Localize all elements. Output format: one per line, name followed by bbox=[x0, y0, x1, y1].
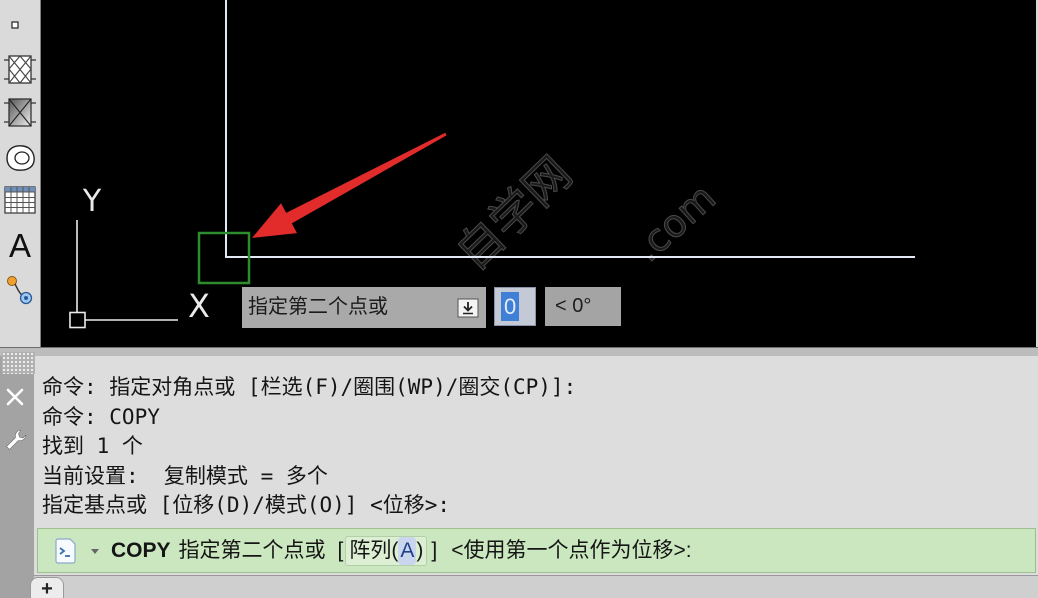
annotation-arrow bbox=[252, 132, 447, 238]
gradient-icon bbox=[4, 98, 36, 127]
toolbar-point-button[interactable] bbox=[2, 10, 38, 40]
history-line: 找到 1 个 bbox=[42, 434, 143, 458]
toolbar-add-selected-button[interactable] bbox=[2, 270, 38, 308]
command-name: COPY bbox=[111, 539, 171, 562]
option-array[interactable]: 阵列(A) bbox=[345, 536, 428, 566]
history-line: 命令: COPY bbox=[42, 404, 160, 429]
dynamic-input-prompt-text: 指定第二个点或 bbox=[248, 296, 388, 318]
options-bracket-close: ] bbox=[431, 539, 438, 562]
command-prompt-line: COPY 指定第二个点或 [阵列(A)] <使用第一个点作为位移>: bbox=[111, 529, 692, 572]
region-icon bbox=[6, 145, 35, 171]
command-line-grip[interactable] bbox=[2, 352, 35, 374]
options-bracket-open: [ bbox=[337, 539, 344, 562]
ucs-x-label: X bbox=[188, 287, 210, 325]
toolbar-hatch-button[interactable] bbox=[2, 51, 38, 89]
history-line: 指定基点或 [位移(D)/模式(O)] <位移>: bbox=[42, 493, 451, 517]
recent-commands-button[interactable] bbox=[52, 536, 104, 566]
default-option: <使用第一个点作为位移>: bbox=[451, 539, 692, 562]
close-icon[interactable] bbox=[6, 388, 24, 406]
wrench-icon[interactable] bbox=[4, 428, 28, 452]
add-layout-tab[interactable]: + bbox=[30, 577, 64, 598]
toolbar-gradient-button[interactable] bbox=[2, 94, 38, 132]
layout-tabs-bar bbox=[34, 575, 1038, 598]
toolbar-region-button[interactable] bbox=[2, 140, 38, 174]
command-prompt: 指定第二个点或 bbox=[178, 539, 326, 562]
history-line: 当前设置: 复制模式 = 多个 bbox=[42, 463, 328, 488]
option-array-label: 阵列( bbox=[349, 539, 399, 562]
hatch-icon bbox=[4, 55, 36, 84]
command-history: 命令: 指定对角点或 [栏选(F)/圈围(WP)/圈交(CP)]: 命令: CO… bbox=[42, 373, 1022, 521]
ucs-y-label: Y bbox=[82, 184, 102, 219]
dropdown-arrow-icon[interactable] bbox=[457, 298, 479, 318]
ucs-icon: Y X bbox=[69, 184, 210, 329]
toolbar-multiline-text-button[interactable]: A bbox=[2, 227, 38, 265]
angle-input[interactable]: < 0° bbox=[545, 287, 621, 326]
distance-input[interactable]: 0 bbox=[494, 287, 536, 326]
dynamic-input-prompt: 指定第二个点或 bbox=[242, 287, 486, 328]
draw-toolbar: A bbox=[0, 0, 41, 347]
history-line: 命令: 指定对角点或 [栏选(F)/圈围(WP)/圈交(CP)]: bbox=[42, 375, 577, 399]
option-array-key: A bbox=[398, 537, 417, 565]
option-array-close: ) bbox=[416, 539, 424, 562]
ucs-origin-box bbox=[69, 311, 86, 329]
cad-window: 自学网 .com Y X 指定第二个点或 0 < 0° A 命令: 指定对角点或… bbox=[0, 0, 1038, 598]
add-selected-icon bbox=[7, 276, 33, 305]
command-line-splitter[interactable] bbox=[0, 347, 1038, 356]
command-input[interactable]: COPY 指定第二个点或 [阵列(A)] <使用第一个点作为位移>: bbox=[37, 528, 1036, 573]
point-icon bbox=[11, 21, 19, 29]
recent-commands-icon bbox=[55, 538, 76, 564]
table-icon bbox=[4, 186, 36, 214]
distance-input-value: 0 bbox=[501, 292, 520, 321]
chevron-down-icon bbox=[91, 549, 99, 554]
multiline-text-icon: A bbox=[8, 227, 31, 264]
toolbar-table-button[interactable] bbox=[2, 183, 38, 217]
